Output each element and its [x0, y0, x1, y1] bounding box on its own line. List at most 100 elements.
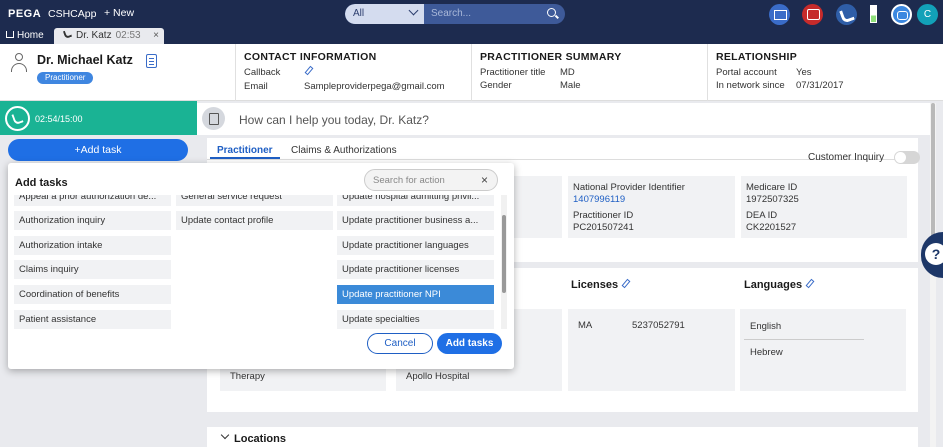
language-item: English [750, 321, 782, 332]
chat-icon[interactable] [802, 4, 823, 25]
license-card: MA 5237052791 [568, 309, 735, 391]
gender-value: Male [560, 80, 581, 91]
dea-label: DEA ID [746, 210, 778, 221]
task-item[interactable]: Coordination of benefits [14, 285, 171, 304]
medicare-label: Medicare ID [746, 182, 798, 193]
action-search-input[interactable]: Search for action × [364, 169, 498, 191]
tab-claims-authorizations[interactable]: Claims & Authorizations [291, 145, 397, 156]
edit-icon[interactable] [304, 65, 314, 76]
customer-inquiry-label: Customer Inquiry [808, 152, 885, 163]
tab-timer: 02:53 [115, 30, 141, 41]
contact-name: Dr. Michael Katz [37, 53, 133, 67]
global-search[interactable]: All Search... [345, 4, 565, 24]
divider [744, 339, 864, 340]
clipboard-icon[interactable] [146, 54, 157, 68]
info-card-npi: National Provider Identifier 1407996119 … [568, 176, 735, 238]
relationship-title: RELATIONSHIP [716, 51, 797, 63]
divider [471, 44, 472, 101]
info-card-ids: Medicare ID 1972507325 DEA ID CK2201527 [741, 176, 907, 238]
action-search-placeholder: Search for action [373, 175, 445, 186]
add-task-button[interactable]: +Add task [8, 139, 188, 161]
portal-label: Portal account [716, 67, 777, 78]
mail-icon[interactable] [769, 4, 790, 25]
practitioner-summary-title: PRACTITIONER SUMMARY [480, 51, 622, 63]
license-number: 5237052791 [632, 320, 685, 331]
task-list-scrollbar[interactable] [501, 195, 507, 329]
hospital-text: Apollo Hospital [406, 371, 470, 382]
task-item[interactable]: Update practitioner languages [337, 236, 494, 255]
scrollbar-thumb[interactable] [502, 215, 506, 293]
practitioner-id-value: PC201507241 [573, 222, 634, 233]
dea-value: CK2201527 [746, 222, 797, 233]
status-battery-icon [870, 5, 877, 23]
search-input[interactable]: Search... [431, 8, 471, 19]
tab-bar: Home Dr. Katz 02:53 × [0, 28, 943, 44]
ask-prompt: How can I help you today, Dr. Katz? [239, 113, 429, 127]
task-item[interactable]: Claims inquiry [14, 260, 171, 279]
tab-home[interactable]: Home [6, 30, 44, 41]
task-list: Appeal a prior authorization de... Autho… [8, 195, 514, 329]
assistant-icon[interactable] [891, 4, 912, 25]
person-icon [11, 53, 27, 73]
network-value: 07/31/2017 [796, 80, 844, 91]
task-item[interactable]: Authorization inquiry [14, 211, 171, 230]
practitioner-title-label: Practitioner title [480, 67, 546, 78]
tab-practitioner[interactable]: Practitioner [217, 145, 273, 156]
task-item-selected[interactable]: Update practitioner NPI [337, 285, 494, 304]
tab-label: Dr. Katz [76, 30, 112, 41]
locations-section[interactable]: Locations [207, 427, 918, 447]
cancel-button[interactable]: Cancel [367, 333, 433, 354]
tab-home-label: Home [17, 30, 44, 41]
user-avatar[interactable]: C [917, 4, 938, 25]
new-button[interactable]: + New [104, 7, 134, 19]
languages-table: English Hebrew [740, 309, 906, 391]
divider [235, 44, 236, 101]
add-tasks-button[interactable]: Add tasks [437, 333, 502, 354]
popup-title: Add tasks [15, 177, 68, 189]
role-badge: Practitioner [37, 72, 94, 84]
help-icon: ? [925, 243, 943, 265]
task-item[interactable]: Update hospital admitting privil... [337, 195, 494, 206]
license-state: MA [578, 320, 593, 331]
app-name[interactable]: CSHCApp [48, 8, 96, 20]
npi-label: National Provider Identifier [573, 182, 685, 193]
phone-icon [62, 29, 73, 39]
home-icon [6, 31, 14, 38]
scrollbar-thumb[interactable] [931, 103, 935, 253]
customer-inquiry-toggle[interactable] [894, 151, 920, 164]
task-item[interactable]: Update practitioner licenses [337, 260, 494, 279]
search-scope-value: All [353, 8, 365, 19]
language-item: Hebrew [750, 347, 783, 358]
search-scope-select[interactable]: All [345, 4, 424, 24]
task-item[interactable]: Update practitioner business a... [337, 211, 494, 230]
task-item[interactable]: Authorization intake [14, 236, 171, 255]
close-icon[interactable]: × [153, 30, 159, 41]
divider [707, 44, 708, 101]
call-timer-bar: 02:54/15:00 [0, 101, 197, 135]
phone-icon[interactable] [5, 106, 30, 131]
portal-value: Yes [796, 67, 812, 78]
email-label: Email [244, 81, 268, 92]
task-item[interactable]: Appeal a prior authorization de... [14, 195, 171, 206]
callback-label: Callback [244, 67, 281, 78]
task-item[interactable]: Patient assistance [14, 310, 171, 329]
phone-icon[interactable] [836, 4, 857, 25]
task-item[interactable]: General service request [176, 195, 333, 206]
npi-link[interactable]: 1407996119 [573, 194, 625, 205]
chevron-down-icon [220, 430, 230, 440]
top-bar: PEGA CSHCApp + New All Search... C [0, 0, 943, 28]
practitioner-id-label: Practitioner ID [573, 210, 634, 221]
task-item[interactable]: Update contact profile [176, 211, 333, 230]
licenses-title: Licenses [571, 279, 619, 291]
interaction-header: Dr. Michael Katz Practitioner CONTACT IN… [0, 44, 943, 101]
gender-label: Gender [480, 80, 512, 91]
task-item[interactable]: Update specialties [337, 310, 494, 329]
clear-icon[interactable]: × [481, 173, 488, 187]
document-icon [202, 107, 225, 130]
search-icon[interactable] [547, 8, 556, 17]
ask-bar[interactable]: How can I help you today, Dr. Katz? [197, 103, 930, 135]
tab-dr-katz[interactable]: Dr. Katz 02:53 × [54, 28, 164, 44]
chevron-down-icon [408, 5, 419, 16]
network-label: In network since [716, 80, 785, 91]
add-tasks-popup: Add tasks Search for action × Appeal a p… [8, 163, 514, 369]
